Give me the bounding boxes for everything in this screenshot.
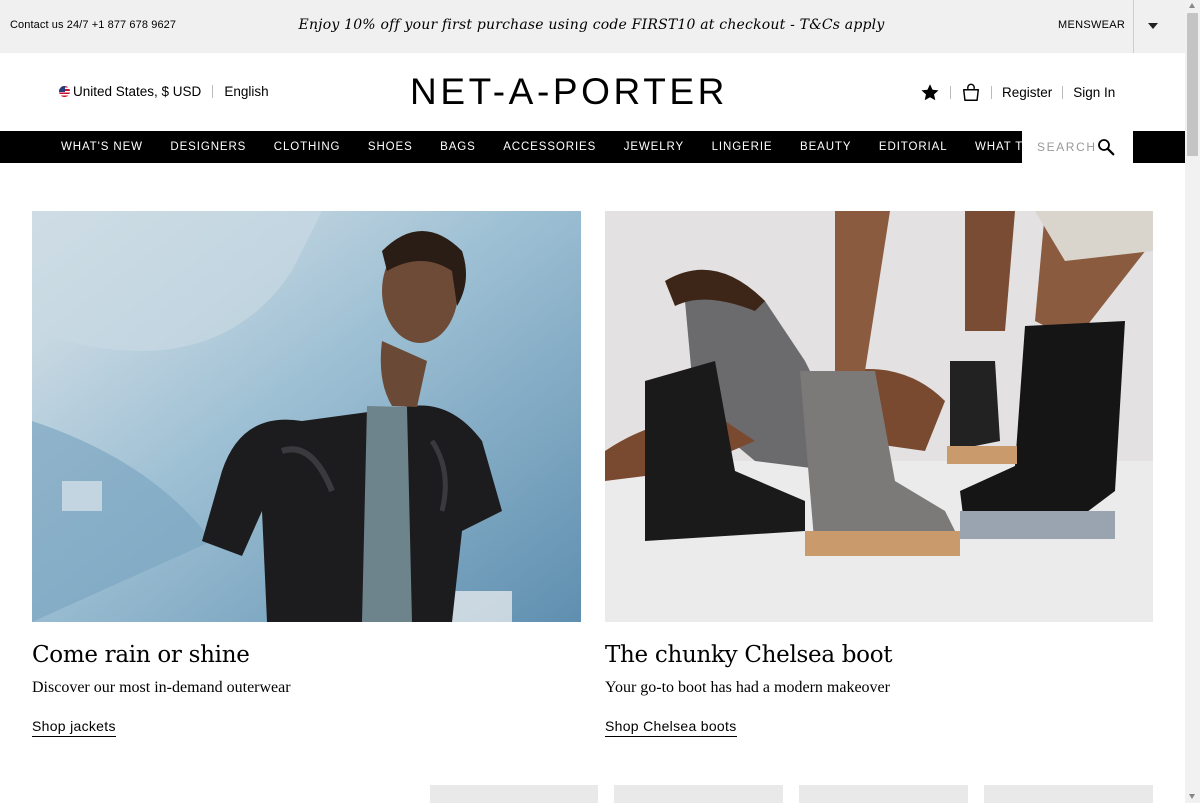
divider (1062, 85, 1064, 99)
search-icon[interactable] (1097, 138, 1115, 161)
nav-jewelry[interactable]: JEWELRY (624, 141, 684, 153)
language-selector[interactable]: English (224, 84, 268, 99)
scroll-thumb[interactable] (1187, 13, 1198, 156)
product-thumbnail[interactable] (799, 785, 968, 803)
nav-beauty[interactable]: BEAUTY (800, 141, 851, 153)
main-nav: WHAT'S NEW DESIGNERS CLOTHING SHOES BAGS… (0, 131, 1185, 163)
nav-designers[interactable]: DESIGNERS (170, 141, 246, 153)
nav-editorial[interactable]: EDITORIAL (879, 141, 948, 153)
search-input[interactable]: SEARCH (1022, 131, 1133, 163)
shop-chelsea-boots-link[interactable]: Shop Chelsea boots (605, 718, 737, 737)
locale-selector: United States, $ USD English (59, 84, 269, 99)
card-subtitle: Discover our most in-demand outerwear (32, 679, 291, 696)
chevron-down-icon[interactable] (1148, 23, 1158, 29)
sign-in-link[interactable]: Sign In (1073, 85, 1115, 100)
hero-image-outerwear[interactable] (32, 211, 581, 622)
product-thumbnail[interactable] (614, 785, 783, 803)
promo-message[interactable]: Enjoy 10% off your first purchase using … (0, 17, 1185, 33)
site-header: United States, $ USD English NET-A-PORTE… (0, 53, 1185, 131)
product-thumbnail[interactable] (984, 785, 1153, 803)
site-logo[interactable]: NET-A-PORTER (410, 71, 728, 113)
divider (212, 85, 214, 98)
nav-bags[interactable]: BAGS (440, 141, 476, 153)
us-flag-icon (59, 86, 70, 97)
nav-lingerie[interactable]: LINGERIE (712, 141, 773, 153)
menswear-link[interactable]: MENSWEAR (1058, 19, 1125, 31)
card-title: Come rain or shine (32, 642, 250, 668)
promo-bar: Contact us 24/7 +1 877 678 9627 Enjoy 10… (0, 0, 1185, 53)
register-link[interactable]: Register (1002, 85, 1052, 100)
divider (950, 85, 951, 99)
card-subtitle: Your go-to boot has had a modern makeove… (605, 679, 890, 696)
nav-clothing[interactable]: CLOTHING (274, 141, 341, 153)
scrollbar[interactable] (1185, 0, 1200, 803)
region-selector[interactable]: United States, $ USD (73, 84, 201, 99)
nav-whats-new[interactable]: WHAT'S NEW (61, 141, 143, 153)
wishlist-star-icon[interactable] (920, 82, 940, 102)
search-placeholder: SEARCH (1037, 140, 1097, 154)
promo-card-boots: The chunky Chelsea boot Your go-to boot … (605, 211, 1153, 737)
promo-divider (1133, 0, 1134, 53)
promo-card-outerwear: Come rain or shine Discover our most in-… (32, 211, 581, 737)
divider (991, 85, 992, 99)
account-links: Register Sign In (920, 82, 1115, 102)
nav-accessories[interactable]: ACCESSORIES (503, 141, 596, 153)
shop-jackets-link[interactable]: Shop jackets (32, 718, 116, 737)
scroll-down-icon[interactable] (1189, 794, 1195, 799)
scroll-up-icon[interactable] (1189, 3, 1195, 8)
shopping-bag-icon[interactable] (961, 82, 981, 102)
nav-shoes[interactable]: SHOES (368, 141, 413, 153)
product-thumbnail[interactable] (430, 785, 598, 803)
card-title: The chunky Chelsea boot (605, 642, 893, 668)
hero-image-boots[interactable] (605, 211, 1153, 622)
